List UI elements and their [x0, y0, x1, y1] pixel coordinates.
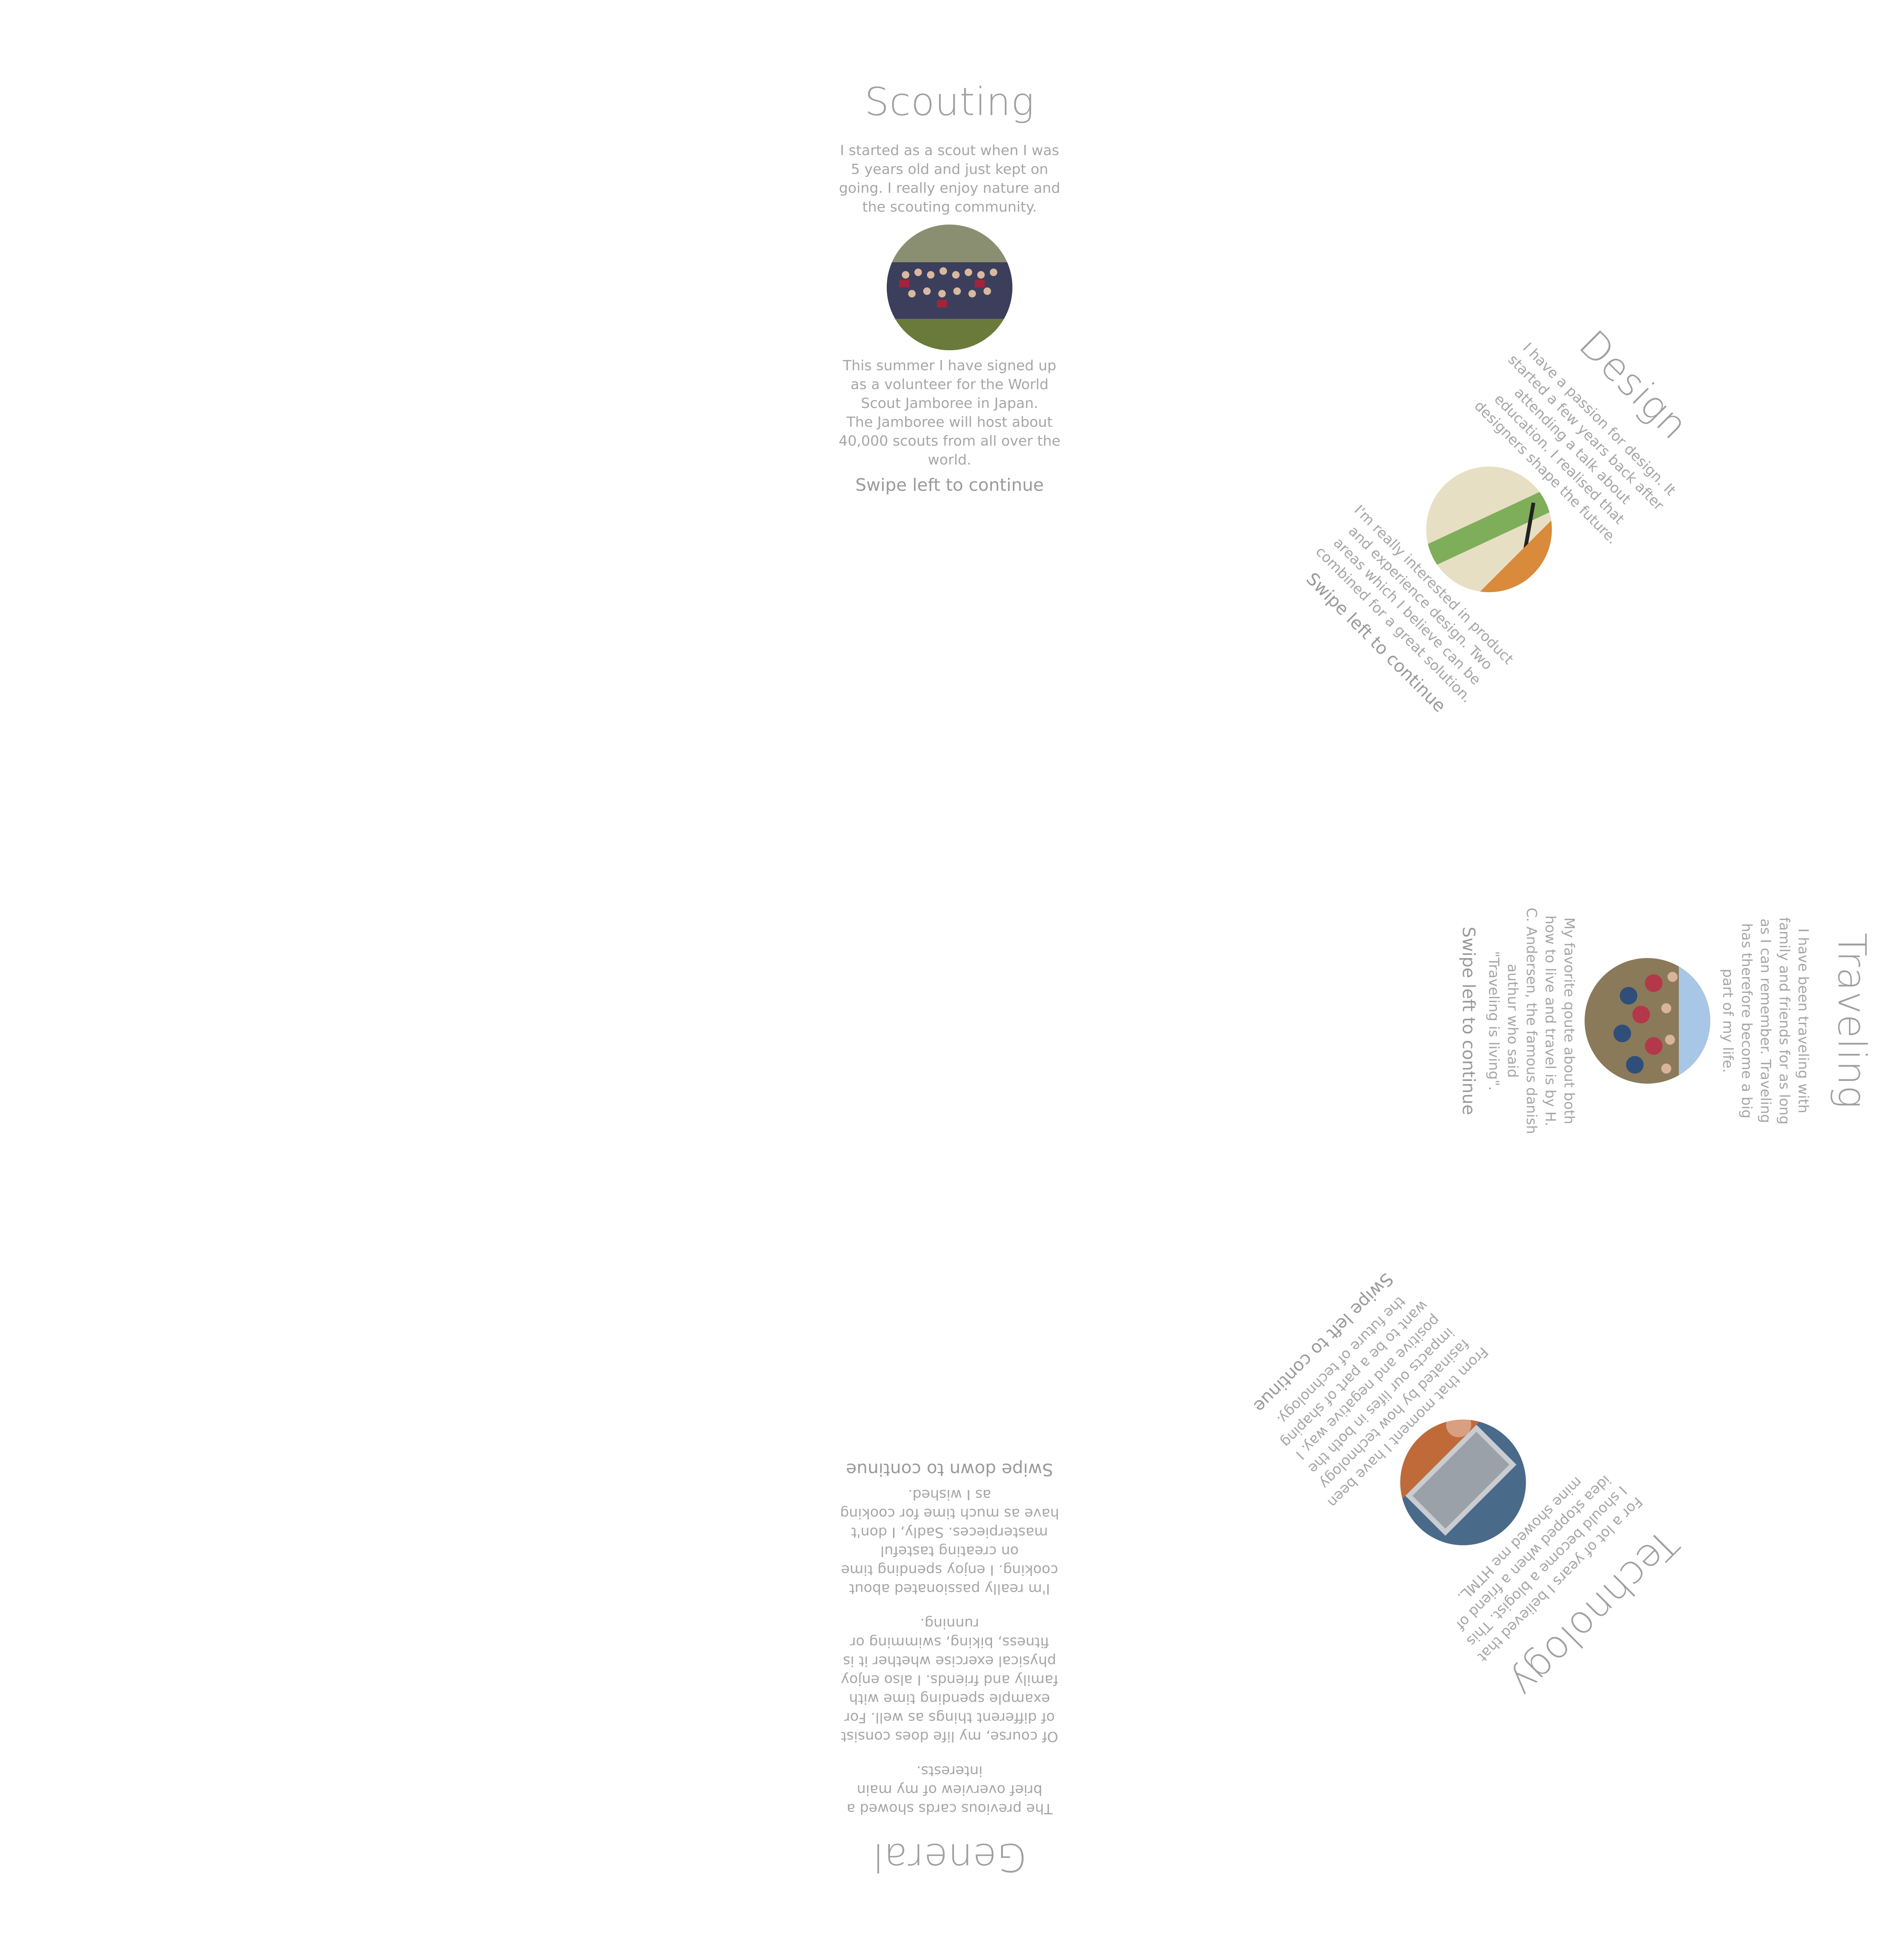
card-text: The previous cards showed a brief overvi… [846, 1763, 1053, 1817]
card-text: The Jamboree will host about 40,000 scou… [838, 414, 1061, 468]
card-title: General [872, 1835, 1027, 1880]
card-text: My favorite qoute about both how to live… [1504, 907, 1577, 1134]
card-title: Traveling [1829, 932, 1874, 1109]
card-title: Scouting [864, 80, 1035, 124]
card-general[interactable]: General The previous cards showed a brie… [832, 1457, 1067, 1881]
card-text: I'm really passionated about cooking. I … [840, 1486, 1060, 1597]
card-quote: "Traveling is living". [1486, 951, 1502, 1091]
card-scouting[interactable]: Scouting I started as a scout when I was… [832, 79, 1067, 503]
card-text: I have been traveling with family and fr… [1720, 917, 1811, 1125]
crowd-photo-icon [1585, 958, 1710, 1084]
group-photo-icon [887, 225, 1012, 350]
card-design[interactable]: Design I have a passion for design. It s… [1267, 285, 1733, 751]
card-text: I started as a scout when I was 5 years … [839, 143, 1060, 215]
card-traveling[interactable]: Traveling I have been traveling with fam… [1451, 903, 1875, 1139]
swipe-hint: Swipe down to continue [846, 1459, 1053, 1479]
card-text: This summer I have signed up as a volunt… [843, 358, 1056, 411]
card-technology[interactable]: Technology For a lot of years I believed… [1228, 1247, 1694, 1713]
swipe-hint: Swipe left to continue [1459, 927, 1479, 1115]
card-text: Of course, my life does consist of diffe… [841, 1615, 1058, 1744]
swipe-hint: Swipe left to continue [855, 475, 1044, 495]
